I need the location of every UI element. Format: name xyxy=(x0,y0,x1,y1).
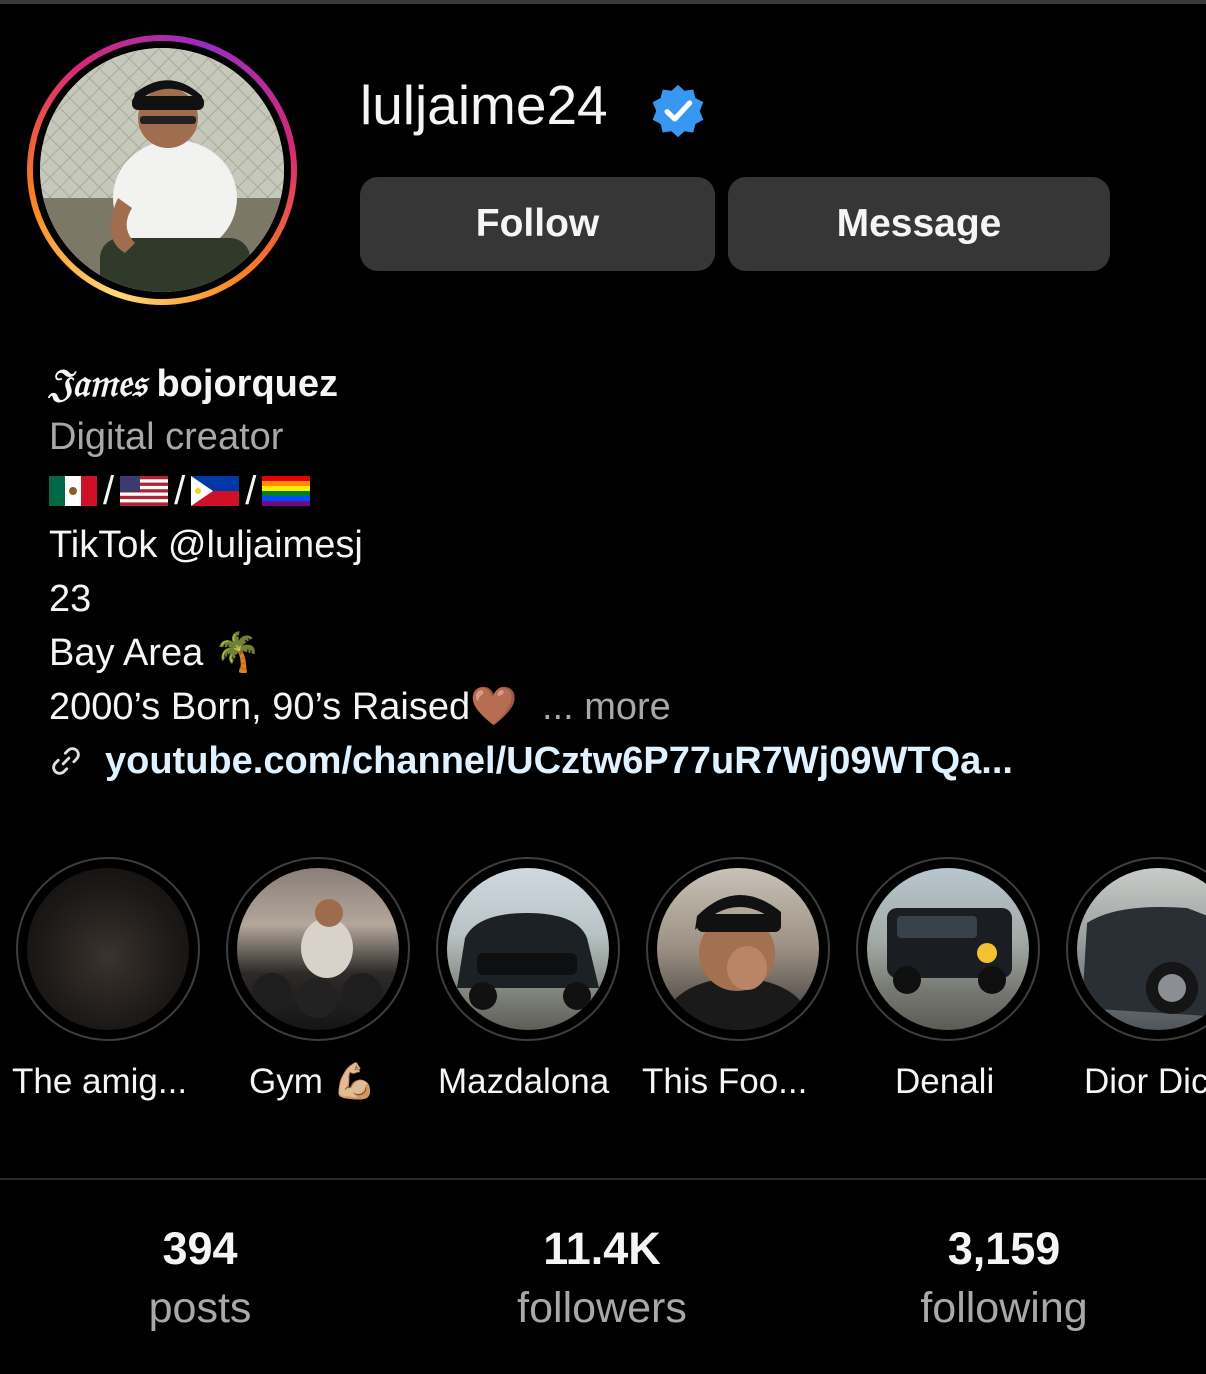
highlight-item[interactable] xyxy=(226,857,412,1041)
flags-line: / / / xyxy=(49,464,1013,518)
highlight-label: This Foo... xyxy=(642,1062,808,1101)
philippines-flag-icon xyxy=(191,476,240,506)
highlight-label: Dior Dic xyxy=(1084,1062,1206,1101)
profile-bio: 𝔍𝔞𝔪𝔢𝔰 bojorquez Digital creator / / / Ti… xyxy=(49,356,1013,788)
highlight-label: Gym 💪🏼 xyxy=(249,1062,377,1101)
following-label: following xyxy=(920,1284,1088,1332)
verified-badge-icon xyxy=(652,84,704,138)
avatar-image xyxy=(40,48,284,292)
profile-avatar[interactable] xyxy=(27,35,297,305)
category-label: Digital creator xyxy=(49,416,284,458)
full-name: 𝔍𝔞𝔪𝔢𝔰 bojorquez xyxy=(49,360,339,405)
top-divider xyxy=(0,0,1206,4)
more-link[interactable]: ... more xyxy=(542,686,671,728)
highlight-cover xyxy=(1077,868,1206,1030)
posts-label: posts xyxy=(148,1284,252,1332)
mexico-flag-icon xyxy=(49,476,97,506)
highlight-cover xyxy=(27,868,189,1030)
followers-label: followers xyxy=(517,1284,687,1332)
highlight-cover xyxy=(447,868,609,1030)
username: luljaime24 xyxy=(360,74,608,136)
followers-count: 11.4K xyxy=(543,1223,661,1274)
follow-button[interactable]: Follow xyxy=(360,177,715,271)
stats-divider xyxy=(0,1178,1206,1180)
profile-link[interactable]: youtube.com/channel/UCztw6P77uR7Wj09WTQa… xyxy=(49,734,1013,788)
highlight-item[interactable] xyxy=(16,857,202,1041)
posts-stat[interactable]: 394 posts xyxy=(50,1220,350,1338)
highlight-item[interactable] xyxy=(1066,857,1206,1041)
usa-flag-icon xyxy=(120,476,169,506)
highlight-cover xyxy=(237,868,399,1030)
highlight-item[interactable] xyxy=(436,857,622,1041)
pride-flag-icon xyxy=(262,476,311,506)
message-button[interactable]: Message xyxy=(728,177,1110,271)
highlight-label: The amig... xyxy=(12,1062,188,1101)
highlight-cover xyxy=(867,868,1029,1030)
link-text: youtube.com/channel/UCztw6P77uR7Wj09WTQa… xyxy=(105,740,1013,782)
highlight-cover xyxy=(657,868,819,1030)
following-stat[interactable]: 3,159 following xyxy=(854,1220,1154,1338)
link-icon xyxy=(52,747,80,775)
highlight-item[interactable] xyxy=(856,857,1042,1041)
tiktok-handle: TikTok @luljaimesj xyxy=(49,524,363,566)
location-text: Bay Area 🌴 xyxy=(49,632,262,674)
tagline-text: 2000’s Born, 90’s Raised🤎 xyxy=(49,686,518,728)
tagline-line: 2000’s Born, 90’s Raised🤎 ... more xyxy=(49,680,1013,734)
followers-stat[interactable]: 11.4K followers xyxy=(452,1220,752,1338)
posts-count: 394 xyxy=(162,1223,238,1274)
highlight-item[interactable] xyxy=(646,857,832,1041)
following-count: 3,159 xyxy=(947,1223,1061,1274)
avatar-photo xyxy=(40,48,284,292)
highlight-label: Denali xyxy=(895,1062,995,1101)
age-text: 23 xyxy=(49,578,92,620)
highlight-label: Mazdalona xyxy=(438,1062,610,1101)
